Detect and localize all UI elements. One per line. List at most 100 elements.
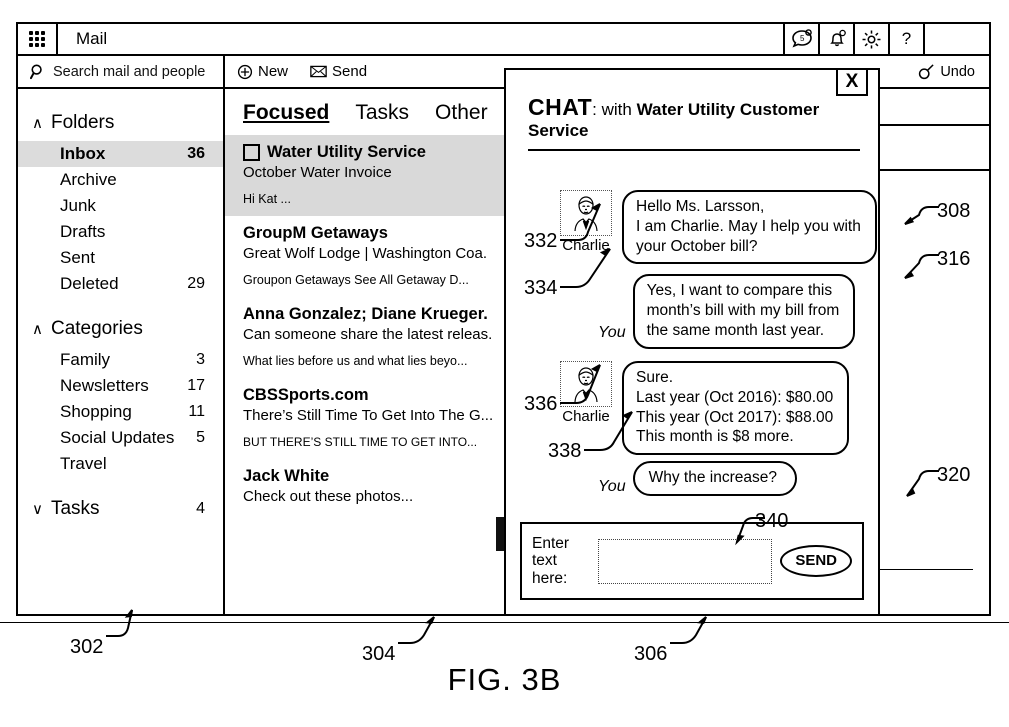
sidebar-item-sent-label: Sent <box>60 248 95 267</box>
message-sender: Water Utility Service <box>243 143 502 162</box>
message-sender-label: Anna Gonzalez; Diane Krueger. <box>243 305 488 323</box>
tab-tasks[interactable]: Tasks <box>355 101 409 125</box>
callout-320-leader <box>906 470 939 497</box>
callout-338-leader <box>584 411 633 451</box>
callout-304-label: 304 <box>362 643 396 665</box>
message-sender: CBSSports.com <box>243 386 502 405</box>
message-subject: Can someone share the latest releas. <box>243 326 493 343</box>
tab-focused[interactable]: Focused <box>243 101 329 125</box>
undo-icon <box>919 63 934 79</box>
chat-input-label: Enter text here: <box>532 534 570 587</box>
message-sender-label: Water Utility Service <box>267 143 426 161</box>
chat-bubble: Why the increase? <box>632 461 797 497</box>
message-list-item-cbssports[interactable]: CBSSports.com There’s Still Time To Get … <box>225 378 512 459</box>
sidebar-item-sent[interactable]: Sent <box>18 245 223 271</box>
callout-304: 304 <box>362 616 435 666</box>
callout-338: 338 <box>548 411 633 463</box>
message-checkbox[interactable] <box>243 144 260 161</box>
sidebar-item-social-updates-count: 5 <box>196 429 205 446</box>
chat-title: CHAT: with Water Utility Customer Servic… <box>506 70 878 141</box>
send-button[interactable]: Send <box>310 63 367 80</box>
sidebar-item-junk-label: Junk <box>60 196 96 215</box>
app-grid-icon[interactable] <box>18 24 58 54</box>
tab-other[interactable]: Other <box>435 101 488 125</box>
sidebar-item-travel-label: Travel <box>60 454 107 473</box>
sidebar-item-social-updates[interactable]: Social Updates 5 <box>18 425 223 451</box>
message-list-column: Focused Tasks Other Water Utility Servic… <box>225 89 514 614</box>
titlebar-spacer <box>923 24 989 54</box>
message-subject: Great Wolf Lodge | Washington Coa. <box>243 245 488 262</box>
callout-308-leader <box>904 206 939 225</box>
chat-bubble: Hello Ms. Larsson, I am Charlie. May I h… <box>622 190 877 265</box>
sidebar-item-archive[interactable]: Archive <box>18 167 223 193</box>
sidebar-group-categories[interactable]: ∧ Categories <box>18 311 223 347</box>
chat-bubble-badge-glyph: 5 <box>791 29 812 48</box>
chat-title-divider <box>528 149 860 151</box>
chat-bubble: Yes, I want to compare this month’s bill… <box>632 274 856 349</box>
callout-308: 308 <box>904 200 970 225</box>
chat-speaker-name: You <box>598 323 626 341</box>
sidebar-group-tasks-label: Tasks <box>50 498 100 519</box>
app-grid-glyph <box>29 31 45 47</box>
chat-bubble-line-3: the same month last year. <box>646 322 825 340</box>
new-button-label: New <box>258 63 289 80</box>
message-list-item-groupm[interactable]: GroupM Getaways Great Wolf Lodge | Washi… <box>225 216 512 297</box>
callout-316-leader <box>904 254 939 279</box>
undo-label: Undo <box>940 63 975 80</box>
callout-336-label: 336 <box>524 393 558 415</box>
chat-bubble-line-1: Sure. <box>636 368 674 386</box>
chat-bubble-line-2: month’s bill with my bill from <box>646 302 840 320</box>
callout-302: 302 <box>70 609 133 659</box>
callout-316: 316 <box>904 248 970 279</box>
new-button[interactable]: New <box>237 63 288 80</box>
chat-bubble-line-1: Why the increase? <box>648 469 777 487</box>
callout-336: 336 <box>524 364 601 416</box>
sidebar-group-categories-label: Categories <box>50 318 143 339</box>
search-input[interactable]: Search mail and people <box>18 56 225 87</box>
callout-332: 332 <box>524 203 601 253</box>
sidebar-item-inbox[interactable]: Inbox 36 <box>18 141 223 167</box>
chat-message-you-2: You Why the increase? <box>506 461 878 497</box>
message-list-item-water-utility[interactable]: Water Utility Service October Water Invo… <box>225 135 512 216</box>
close-icon[interactable]: X <box>836 68 868 96</box>
message-sender: GroupM Getaways <box>243 224 502 243</box>
plus-circle-icon <box>237 64 253 79</box>
callout-340: 340 <box>735 510 788 546</box>
bell-badge-glyph <box>829 29 846 47</box>
message-preview: BUT THERE’S STILL TIME TO GET INTO... <box>243 435 478 449</box>
undo-button[interactable]: Undo <box>917 56 989 87</box>
sidebar-item-travel[interactable]: Travel <box>18 451 223 477</box>
sidebar-item-family-count: 3 <box>196 351 205 368</box>
titlebar-buttons: 5 ? <box>783 24 989 54</box>
sidebar-item-deleted[interactable]: Deleted 29 <box>18 271 223 297</box>
sidebar-item-newsletters[interactable]: Newsletters 17 <box>18 373 223 399</box>
bell-badge-icon[interactable] <box>818 24 853 54</box>
gear-glyph <box>862 30 881 48</box>
app-title: Mail <box>76 29 108 48</box>
send-button-label: Send <box>332 63 368 80</box>
chat-speaker-name: You <box>598 478 626 496</box>
sidebar-item-archive-label: Archive <box>60 170 117 189</box>
sidebar-item-junk[interactable]: Junk <box>18 193 223 219</box>
sidebar-item-inbox-label: Inbox <box>60 144 106 163</box>
message-subject: There’s Still Time To Get Into The G... <box>243 407 494 424</box>
callout-306-label: 306 <box>634 643 668 665</box>
sidebar-group-folders[interactable]: ∧ Folders <box>18 105 223 141</box>
callout-334-leader <box>560 248 611 288</box>
message-list-item-anna-gonzalez[interactable]: Anna Gonzalez; Diane Krueger. Can someon… <box>225 297 512 378</box>
sidebar-group-tasks[interactable]: ∨ Tasks 4 <box>18 491 223 527</box>
callout-332-label: 332 <box>524 230 558 252</box>
help-icon[interactable]: ? <box>888 24 923 54</box>
sidebar-item-social-updates-label: Social Updates <box>60 428 175 447</box>
sidebar-item-shopping[interactable]: Shopping 11 <box>18 399 223 425</box>
chat-bubble-badge-icon[interactable]: 5 <box>783 24 818 54</box>
message-sender: Jack White <box>243 467 502 486</box>
message-subject: Check out these photos... <box>243 488 414 505</box>
gear-icon[interactable] <box>853 24 888 54</box>
message-list-item-jack-white[interactable]: Jack White Check out these photos... <box>225 459 512 515</box>
send-button[interactable]: SEND <box>780 545 852 577</box>
sidebar-item-family[interactable]: Family 3 <box>18 347 223 373</box>
search-placeholder-text: Search mail and people <box>53 63 206 80</box>
sidebar-item-drafts[interactable]: Drafts <box>18 219 223 245</box>
sidebar-item-deleted-count: 29 <box>187 275 205 292</box>
